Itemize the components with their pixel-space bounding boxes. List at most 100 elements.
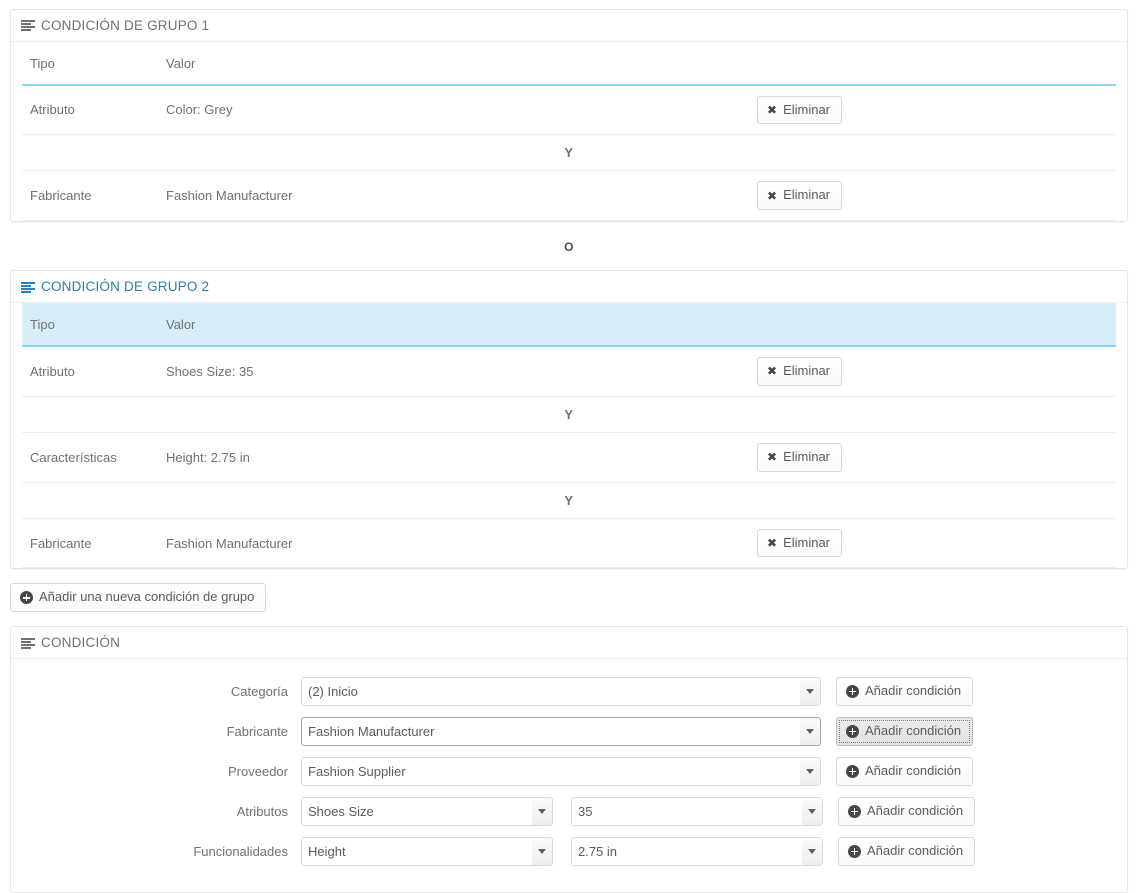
- panel-body-group-1: Tipo Valor Atributo Color: Grey ✖ Elimin…: [11, 41, 1127, 222]
- delete-condition-label: Eliminar: [783, 534, 831, 550]
- table-row: Atributo Shoes Size: 35 ✖ Eliminar: [22, 345, 1116, 397]
- times-icon: ✖: [767, 450, 778, 465]
- list-icon: [21, 637, 35, 649]
- select-funcionalidades-value[interactable]: 2.75 in: [571, 836, 823, 866]
- panel-heading-condition: CONDICIÓN: [11, 627, 1127, 659]
- group-condition-panel-2: CONDICIÓN DE GRUPO 2 Tipo Valor Atributo…: [10, 270, 1128, 570]
- delete-condition-label: Eliminar: [783, 362, 831, 378]
- select-wrap-funcionalidades-value: 2.75 in: [571, 836, 823, 866]
- delete-condition-label: Eliminar: [783, 448, 831, 464]
- plus-circle-icon: [848, 804, 861, 818]
- operator-row: Y: [22, 396, 1116, 433]
- row-valor: Shoes Size: 35: [158, 345, 749, 397]
- row-tipo: Atributo: [22, 345, 158, 397]
- add-condition-label: Añadir condición: [865, 722, 962, 738]
- operator-row: Y: [22, 482, 1116, 519]
- add-condition-button-categoria[interactable]: Añadir condición: [836, 676, 974, 706]
- form-row-fabricante: Fabricante Fashion Manufacturer Añadir c…: [11, 716, 1127, 746]
- row-actions: ✖ Eliminar: [749, 345, 1116, 397]
- panel-heading-group-2: CONDICIÓN DE GRUPO 2: [11, 271, 1127, 303]
- row-valor: Fashion Manufacturer: [158, 518, 749, 569]
- panel-body-group-2: Tipo Valor Atributo Shoes Size: 35 ✖ Eli…: [11, 302, 1127, 569]
- condition-panel: CONDICIÓN Categoría (2) Inicio Añadir co…: [10, 626, 1128, 893]
- row-operator-label: Y: [22, 134, 1116, 172]
- row-actions: ✖ Eliminar: [749, 170, 1116, 222]
- form-row-atributos: Atributos Shoes Size 35 Añadir condición: [11, 796, 1127, 826]
- delete-condition-button[interactable]: ✖ Eliminar: [757, 442, 843, 472]
- times-icon: ✖: [767, 102, 778, 117]
- select-wrap-categoria: (2) Inicio: [301, 676, 821, 706]
- list-icon: [21, 20, 35, 32]
- row-tipo: Fabricante: [22, 170, 158, 222]
- group-condition-panel-1: CONDICIÓN DE GRUPO 1 Tipo Valor Atributo…: [10, 9, 1128, 223]
- delete-condition-button[interactable]: ✖ Eliminar: [757, 181, 843, 211]
- row-operator-label: Y: [22, 482, 1116, 519]
- plus-circle-icon: [846, 764, 859, 778]
- plus-circle-icon: [20, 591, 33, 605]
- operator-row: Y: [22, 134, 1116, 172]
- select-proveedor[interactable]: Fashion Supplier: [301, 756, 821, 786]
- row-valor: Height: 2.75 in: [158, 432, 749, 483]
- times-icon: ✖: [767, 364, 778, 379]
- select-funcionalidades-name[interactable]: Height: [301, 836, 553, 866]
- column-header-actions: [749, 302, 1116, 347]
- label-proveedor: Proveedor: [228, 763, 288, 779]
- times-icon: ✖: [767, 188, 778, 203]
- times-icon: ✖: [767, 536, 778, 550]
- table-row: Atributo Color: Grey ✖ Eliminar: [22, 84, 1116, 136]
- row-operator-label: Y: [22, 396, 1116, 433]
- select-wrap-fabricante: Fashion Manufacturer: [301, 716, 821, 746]
- add-new-group-condition-button[interactable]: Añadir una nueva condición de grupo: [10, 583, 267, 613]
- column-header-actions: [749, 41, 1116, 86]
- label-atributos: Atributos: [236, 803, 288, 819]
- add-condition-label: Añadir condición: [865, 762, 962, 778]
- row-valor: Fashion Manufacturer: [158, 170, 749, 222]
- delete-condition-label: Eliminar: [783, 101, 831, 117]
- panel-title-group-1: CONDICIÓN DE GRUPO 1: [41, 18, 210, 33]
- panel-heading-group-1: CONDICIÓN DE GRUPO 1: [11, 10, 1127, 42]
- panel-title-group-2: CONDICIÓN DE GRUPO 2: [41, 279, 210, 295]
- panel-title-condition: CONDICIÓN: [41, 635, 121, 651]
- row-tipo: Fabricante: [22, 518, 158, 569]
- plus-circle-icon: [846, 684, 859, 698]
- add-condition-button-atributos[interactable]: Añadir condición: [838, 796, 976, 826]
- form-row-proveedor: Proveedor Fashion Supplier Añadir condic…: [11, 756, 1127, 786]
- add-condition-button-fabricante[interactable]: Añadir condición: [836, 716, 974, 746]
- row-tipo: Atributo: [22, 84, 158, 136]
- form-row-funcionalidades: Funcionalidades Height 2.75 in Añadir co…: [11, 836, 1127, 866]
- delete-condition-button[interactable]: ✖ Eliminar: [757, 528, 843, 558]
- condition-builder-page: CONDICIÓN DE GRUPO 1 Tipo Valor Atributo…: [0, 9, 1138, 893]
- table-row: Características Height: 2.75 in ✖ Elimin…: [22, 432, 1116, 483]
- delete-condition-button[interactable]: ✖ Eliminar: [757, 95, 843, 125]
- select-atributos-value[interactable]: 35: [571, 796, 823, 826]
- row-actions: ✖ Eliminar: [749, 84, 1116, 136]
- condition-form: Categoría (2) Inicio Añadir condición Fa…: [11, 659, 1127, 892]
- group-2-conditions-table: Tipo Valor Atributo Shoes Size: 35 ✖ Eli…: [22, 302, 1116, 569]
- select-wrap-atributos-value: 35: [571, 796, 823, 826]
- label-categoria: Categoría: [230, 683, 288, 699]
- select-wrap-funcionalidades-name: Height: [301, 836, 553, 866]
- add-condition-label: Añadir condición: [867, 842, 964, 858]
- add-condition-button-proveedor[interactable]: Añadir condición: [836, 756, 974, 786]
- column-header-valor: Valor: [158, 41, 749, 86]
- row-valor: Color: Grey: [158, 84, 749, 136]
- delete-condition-label: Eliminar: [783, 187, 831, 203]
- add-group-button-wrap: Añadir una nueva condición de grupo: [10, 583, 1128, 613]
- table-row: Fabricante Fashion Manufacturer ✖ Elimin…: [22, 518, 1116, 569]
- plus-circle-icon: [848, 844, 861, 858]
- table-header-row: Tipo Valor: [22, 41, 1116, 86]
- row-actions: ✖ Eliminar: [749, 518, 1116, 569]
- table-row: Fabricante Fashion Manufacturer ✖ Elimin…: [22, 170, 1116, 222]
- select-categoria[interactable]: (2) Inicio: [301, 676, 821, 706]
- group-1-conditions-table: Tipo Valor Atributo Color: Grey ✖ Elimin…: [22, 41, 1116, 222]
- delete-condition-button[interactable]: ✖ Eliminar: [757, 356, 843, 386]
- add-new-group-condition-label: Añadir una nueva condición de grupo: [39, 589, 255, 605]
- list-icon: [21, 281, 35, 293]
- label-fabricante: Fabricante: [226, 723, 288, 739]
- select-fabricante[interactable]: Fashion Manufacturer: [301, 716, 821, 746]
- column-header-valor: Valor: [158, 302, 749, 347]
- add-condition-button-funcionalidades[interactable]: Añadir condición: [838, 836, 976, 866]
- select-atributos-name[interactable]: Shoes Size: [301, 796, 553, 826]
- column-header-tipo: Tipo: [22, 302, 158, 347]
- column-header-tipo: Tipo: [22, 41, 158, 86]
